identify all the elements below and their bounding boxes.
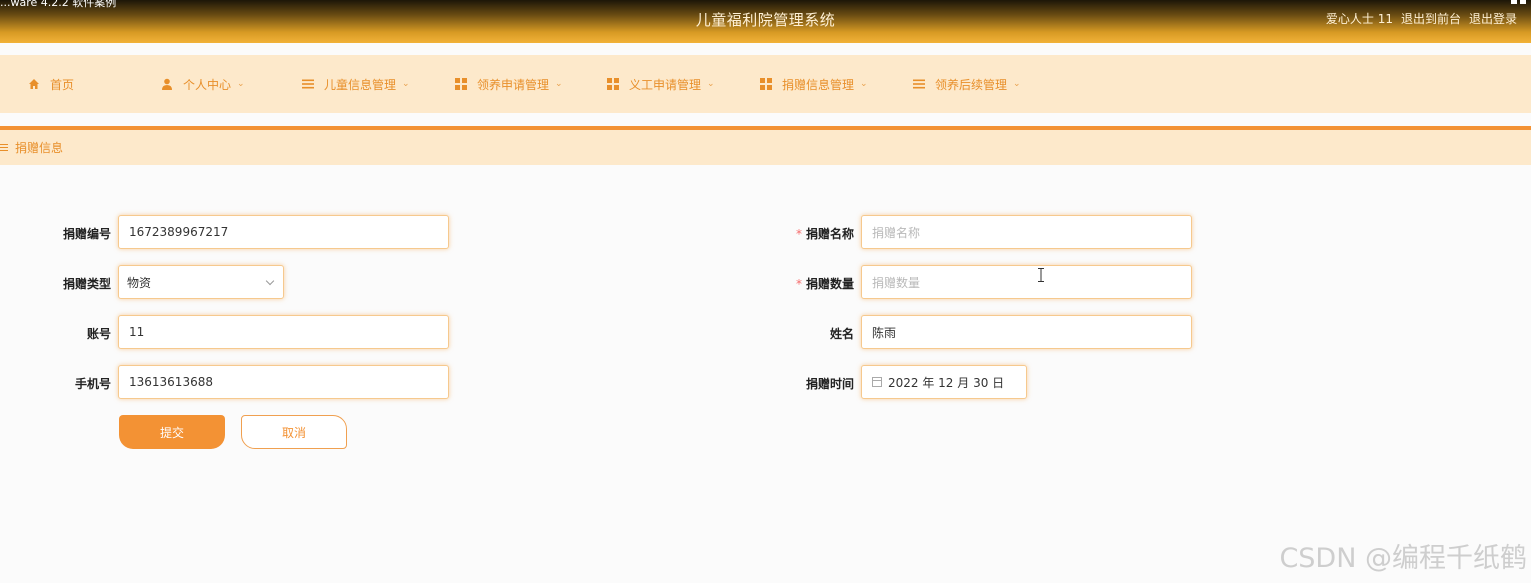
required-mark: * [795, 227, 802, 241]
top-nav: 首页 个人中心 ⌄ 儿童信息管理 ⌄ 领养申请管理 ⌄ 义工申请管理 ⌄ 捐赠信… [0, 55, 1531, 113]
chevron-down-icon: ⌄ [860, 79, 868, 89]
donation-time-picker[interactable]: 2022 年 12 月 30 日 [861, 365, 1027, 399]
donation-time-value: 2022 年 12 月 30 日 [888, 375, 1005, 390]
user-icon [161, 78, 173, 90]
submit-button[interactable]: 提交 [119, 415, 225, 449]
donation-type-value: 物资 [127, 275, 152, 290]
window-corner-icon [1511, 0, 1529, 4]
required-mark: * [795, 277, 802, 291]
donation-qty-label: * 捐赠数量 [764, 275, 854, 292]
donation-no-label: 捐赠编号 [62, 227, 111, 241]
calendar-icon [872, 377, 882, 387]
watermark: CSDN @编程千纸鹤 [1279, 543, 1527, 574]
cancel-button[interactable]: 取消 [241, 415, 347, 449]
top-header: ...ware 4.2.2 软件案例 儿童福利院管理系统 爱心人士 11 退出到… [0, 0, 1531, 43]
phone-label: 手机号 [74, 377, 111, 391]
chevron-down-icon [265, 276, 275, 286]
nav-label: 捐赠信息管理 [782, 77, 855, 92]
nav-label: 儿童信息管理 [324, 77, 397, 92]
donation-name-field[interactable]: 捐赠名称 [861, 215, 1192, 249]
grid-icon [760, 78, 772, 90]
donation-name-label: * 捐赠名称 [764, 225, 854, 242]
nav-item-volunteer-apply[interactable]: 义工申请管理 ⌄ [607, 55, 715, 113]
chevron-down-icon: ⌄ [555, 79, 563, 89]
account-label: 账号 [86, 327, 111, 341]
label-text: 捐赠名称 [805, 227, 854, 241]
nav-label: 义工申请管理 [629, 77, 702, 92]
home-icon [28, 78, 40, 90]
breadcrumb: 捐赠信息 [0, 130, 1531, 165]
name-field[interactable]: 陈雨 [861, 315, 1192, 349]
app-title: 儿童福利院管理系统 [695, 11, 836, 29]
label-text: 捐赠数量 [805, 277, 854, 291]
nav-item-adoption-apply[interactable]: 领养申请管理 ⌄ [455, 55, 563, 113]
breadcrumb-label: 捐赠信息 [15, 141, 64, 155]
chevron-down-icon: ⌄ [1013, 79, 1021, 89]
donation-time-label: 捐赠时间 [805, 377, 854, 391]
nav-item-home[interactable]: 首页 [28, 55, 74, 113]
nav-label: 领养后续管理 [935, 77, 1008, 92]
text-cursor-icon [1038, 268, 1044, 282]
phone-field[interactable]: 13613613688 [118, 365, 449, 399]
donation-type-label: 捐赠类型 [62, 277, 111, 291]
menu-icon [0, 142, 8, 153]
donation-no-field[interactable]: 1672389967217 [118, 215, 449, 249]
nav-item-adoption-followup[interactable]: 领养后续管理 ⌄ [913, 55, 1021, 113]
grid-icon [607, 78, 619, 90]
account-field[interactable]: 11 [118, 315, 449, 349]
grid-icon [455, 78, 467, 90]
name-label: 姓名 [829, 327, 854, 341]
page: ...ware 4.2.2 软件案例 儿童福利院管理系统 爱心人士 11 退出到… [0, 0, 1531, 583]
nav-item-child-info[interactable]: 儿童信息管理 ⌄ [302, 55, 410, 113]
current-user: 爱心人士 11 [1325, 12, 1393, 26]
nav-item-donation-info[interactable]: 捐赠信息管理 ⌄ [760, 55, 868, 113]
chevron-down-icon: ⌄ [402, 79, 410, 89]
exit-to-front-link[interactable]: 退出到前台 [1401, 10, 1461, 27]
chevron-down-icon: ⌄ [237, 79, 245, 89]
logout-link[interactable]: 退出登录 [1469, 10, 1517, 27]
nav-label: 个人中心 [183, 77, 232, 92]
header-actions: 爱心人士 11 退出到前台 退出登录 [1326, 10, 1517, 27]
donation-type-select[interactable]: 物资 [118, 265, 284, 299]
donation-qty-field[interactable]: 捐赠数量 [861, 265, 1192, 299]
chevron-down-icon: ⌄ [707, 79, 715, 89]
nav-item-personal-center[interactable]: 个人中心 ⌄ [161, 55, 245, 113]
list-icon [302, 78, 314, 90]
nav-label: 首页 [50, 77, 75, 92]
list-icon [913, 78, 925, 90]
nav-label: 领养申请管理 [477, 77, 550, 92]
